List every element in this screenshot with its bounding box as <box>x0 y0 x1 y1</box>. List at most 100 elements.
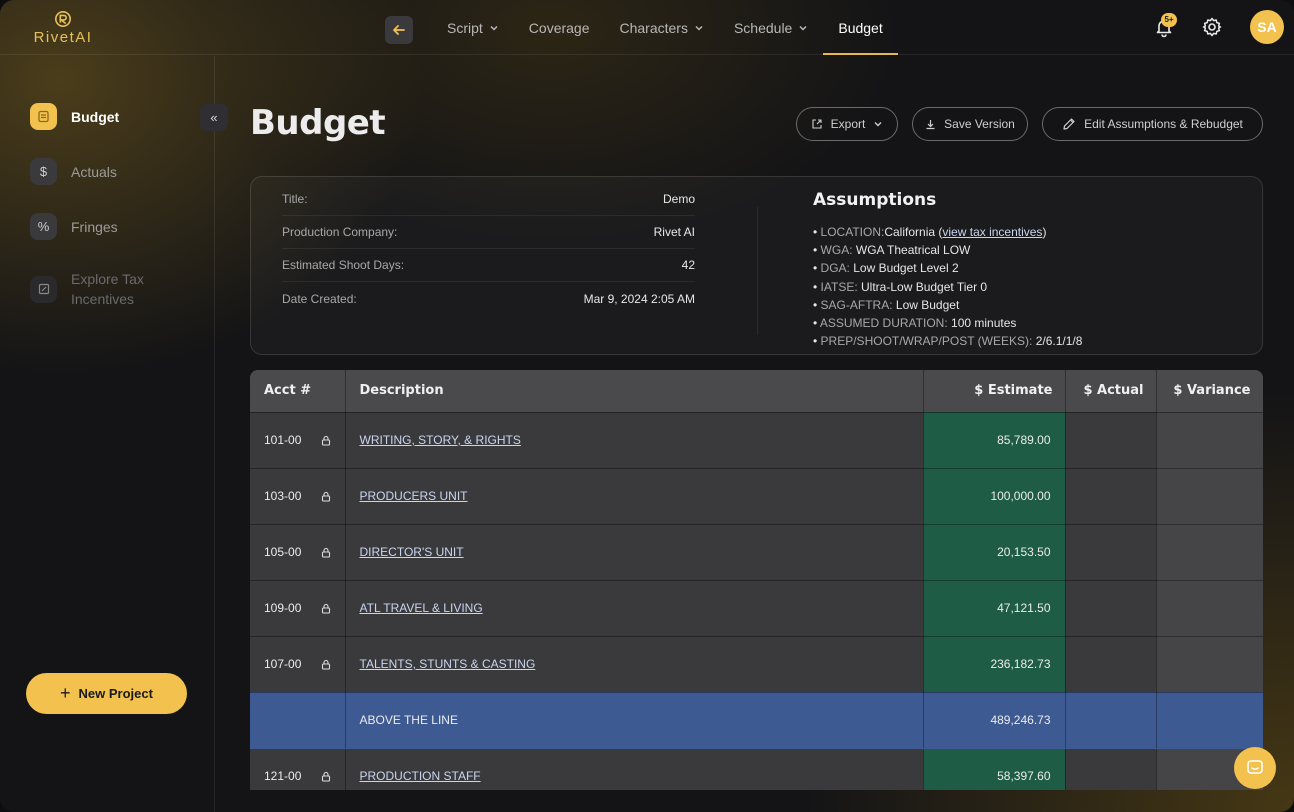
info-value: Demo <box>662 192 695 206</box>
variance-cell <box>1156 636 1263 693</box>
assumption-value: WGA Theatrical LOW <box>855 243 971 258</box>
new-project-label: New Project <box>78 686 153 701</box>
export-label: Export <box>830 117 866 131</box>
table-row: 107-00 TALENTS, STUNTS & CASTING 236,182… <box>250 636 1263 693</box>
collapse-sidebar-button[interactable]: « <box>200 104 228 131</box>
assumption-label: DGA: <box>820 261 850 276</box>
gear-icon[interactable] <box>1201 16 1223 38</box>
sidebar-item-label: Fringes <box>71 218 118 235</box>
view-tax-incentives-link[interactable]: view tax incentives <box>942 225 1042 239</box>
column-header-actual[interactable]: $ Actual <box>1065 370 1157 413</box>
rivet-logo-icon <box>54 10 72 28</box>
lock-icon <box>321 547 330 558</box>
assumption-item: • WGA: WGA Theatrical LOW <box>813 243 971 258</box>
acct-cell: 121-00 <box>250 748 346 790</box>
description-cell: DIRECTOR'S UNIT <box>345 524 924 581</box>
nav-tab-script[interactable]: Script <box>432 0 514 55</box>
summary-row-above-the-line: ABOVE THE LINE 489,246.73 <box>250 692 1263 749</box>
chevron-down-icon <box>799 25 807 31</box>
actual-cell <box>1065 692 1157 749</box>
account-link[interactable]: PRODUCTION STAFF <box>360 769 481 783</box>
column-header-acct[interactable]: Acct # <box>250 370 346 413</box>
assumption-value: Ultra-Low Budget Tier 0 <box>861 279 988 294</box>
table-row: 109-00 ATL TRAVEL & LIVING 47,121.50 <box>250 580 1263 637</box>
actual-cell[interactable] <box>1065 748 1157 790</box>
sidebar-item-fringes[interactable]: % Fringes <box>30 213 118 240</box>
assumption-label: WGA: <box>820 243 853 258</box>
info-value: Rivet AI <box>653 225 695 239</box>
actual-cell[interactable] <box>1065 412 1157 469</box>
lock-icon <box>321 435 330 446</box>
export-button[interactable]: Export <box>796 107 898 141</box>
actual-cell[interactable] <box>1065 580 1157 637</box>
table-row: 105-00 DIRECTOR'S UNIT 20,153.50 <box>250 524 1263 581</box>
acct-cell: 103-00 <box>250 468 346 525</box>
assumption-item: • IATSE: Ultra-Low Budget Tier 0 <box>813 279 988 294</box>
chat-support-button[interactable] <box>1234 747 1276 789</box>
dollar-icon: $ <box>30 158 57 185</box>
actual-cell[interactable] <box>1065 468 1157 525</box>
acct-number: 109-00 <box>264 601 302 615</box>
lock-icon <box>321 659 330 670</box>
divider <box>757 207 758 335</box>
nav-tab-coverage[interactable]: Coverage <box>514 0 605 55</box>
nav-tab-schedule[interactable]: Schedule <box>719 0 823 55</box>
percent-icon: % <box>30 213 57 240</box>
download-icon <box>926 119 935 129</box>
sidebar-item-budget[interactable]: Budget <box>30 103 119 130</box>
description-cell: PRODUCERS UNIT <box>345 468 924 525</box>
assumption-value: 2/6.1/1/8 <box>1035 334 1083 349</box>
app-window: RivetAI Script Coverage Characters Sched… <box>0 0 1294 812</box>
sidebar: Budget $ Actuals % Fringes Explore Tax I… <box>0 56 228 812</box>
assumption-label: SAG-AFTRA: <box>820 297 893 312</box>
assumption-value: California <box>884 225 936 239</box>
variance-cell <box>1156 580 1263 637</box>
info-label: Production Company: <box>282 225 398 239</box>
sidebar-item-actuals[interactable]: $ Actuals <box>30 158 117 185</box>
account-link[interactable]: PRODUCERS UNIT <box>360 489 468 503</box>
account-link[interactable]: ATL TRAVEL & LIVING <box>360 601 483 615</box>
budget-table: Acct # Description $ Estimate $ Actual $… <box>250 370 1263 790</box>
account-link[interactable]: TALENTS, STUNTS & CASTING <box>360 657 536 671</box>
account-link[interactable]: WRITING, STORY, & RIGHTS <box>360 433 521 447</box>
info-label: Date Created: <box>282 291 357 306</box>
nav-tab-characters[interactable]: Characters <box>605 0 719 55</box>
assumption-value: Low Budget Level 2 <box>853 261 959 276</box>
logo[interactable]: RivetAI <box>28 10 98 46</box>
acct-cell: 101-00 <box>250 412 346 469</box>
estimate-cell: 236,182.73 <box>923 636 1066 693</box>
arrow-left-icon <box>393 25 405 35</box>
chevron-down-icon <box>874 122 882 127</box>
assumption-label: LOCATION: <box>820 225 885 239</box>
actual-cell[interactable] <box>1065 524 1157 581</box>
column-header-description[interactable]: Description <box>345 370 924 413</box>
acct-number: 105-00 <box>264 545 302 559</box>
estimate-cell: 20,153.50 <box>923 524 1066 581</box>
column-header-estimate[interactable]: $ Estimate <box>923 370 1066 413</box>
budget-icon <box>30 103 57 130</box>
estimate-cell: 85,789.00 <box>923 412 1066 469</box>
variance-cell <box>1156 412 1263 469</box>
table-row: 121-00 PRODUCTION STAFF 58,397.60 <box>250 748 1263 790</box>
edit-assumptions-button[interactable]: Edit Assumptions & Rebudget <box>1042 107 1263 141</box>
actual-cell[interactable] <box>1065 636 1157 693</box>
info-row-production-company: Production Company: Rivet AI <box>282 216 695 249</box>
description-cell: TALENTS, STUNTS & CASTING <box>345 636 924 693</box>
sidebar-item-label: Budget <box>71 108 120 125</box>
account-link[interactable]: DIRECTOR'S UNIT <box>360 545 464 559</box>
assumption-item: • ASSUMED DURATION: 100 minutes <box>813 316 1017 331</box>
lock-icon <box>321 603 330 614</box>
new-project-button[interactable]: + New Project <box>26 673 187 714</box>
column-header-variance[interactable]: $ Variance <box>1156 370 1263 413</box>
user-avatar[interactable]: SA <box>1250 10 1284 44</box>
export-icon <box>812 119 822 129</box>
sidebar-item-tax-incentives[interactable]: Explore Tax Incentives <box>30 269 180 309</box>
estimate-cell: 58,397.60 <box>923 748 1066 790</box>
nav-tab-budget[interactable]: Budget <box>823 0 899 55</box>
acct-cell <box>250 692 346 749</box>
acct-cell: 107-00 <box>250 636 346 693</box>
chevron-down-icon <box>695 25 703 31</box>
save-version-button[interactable]: Save Version <box>912 107 1028 141</box>
back-button[interactable] <box>385 16 413 44</box>
acct-number: 121-00 <box>264 769 302 783</box>
